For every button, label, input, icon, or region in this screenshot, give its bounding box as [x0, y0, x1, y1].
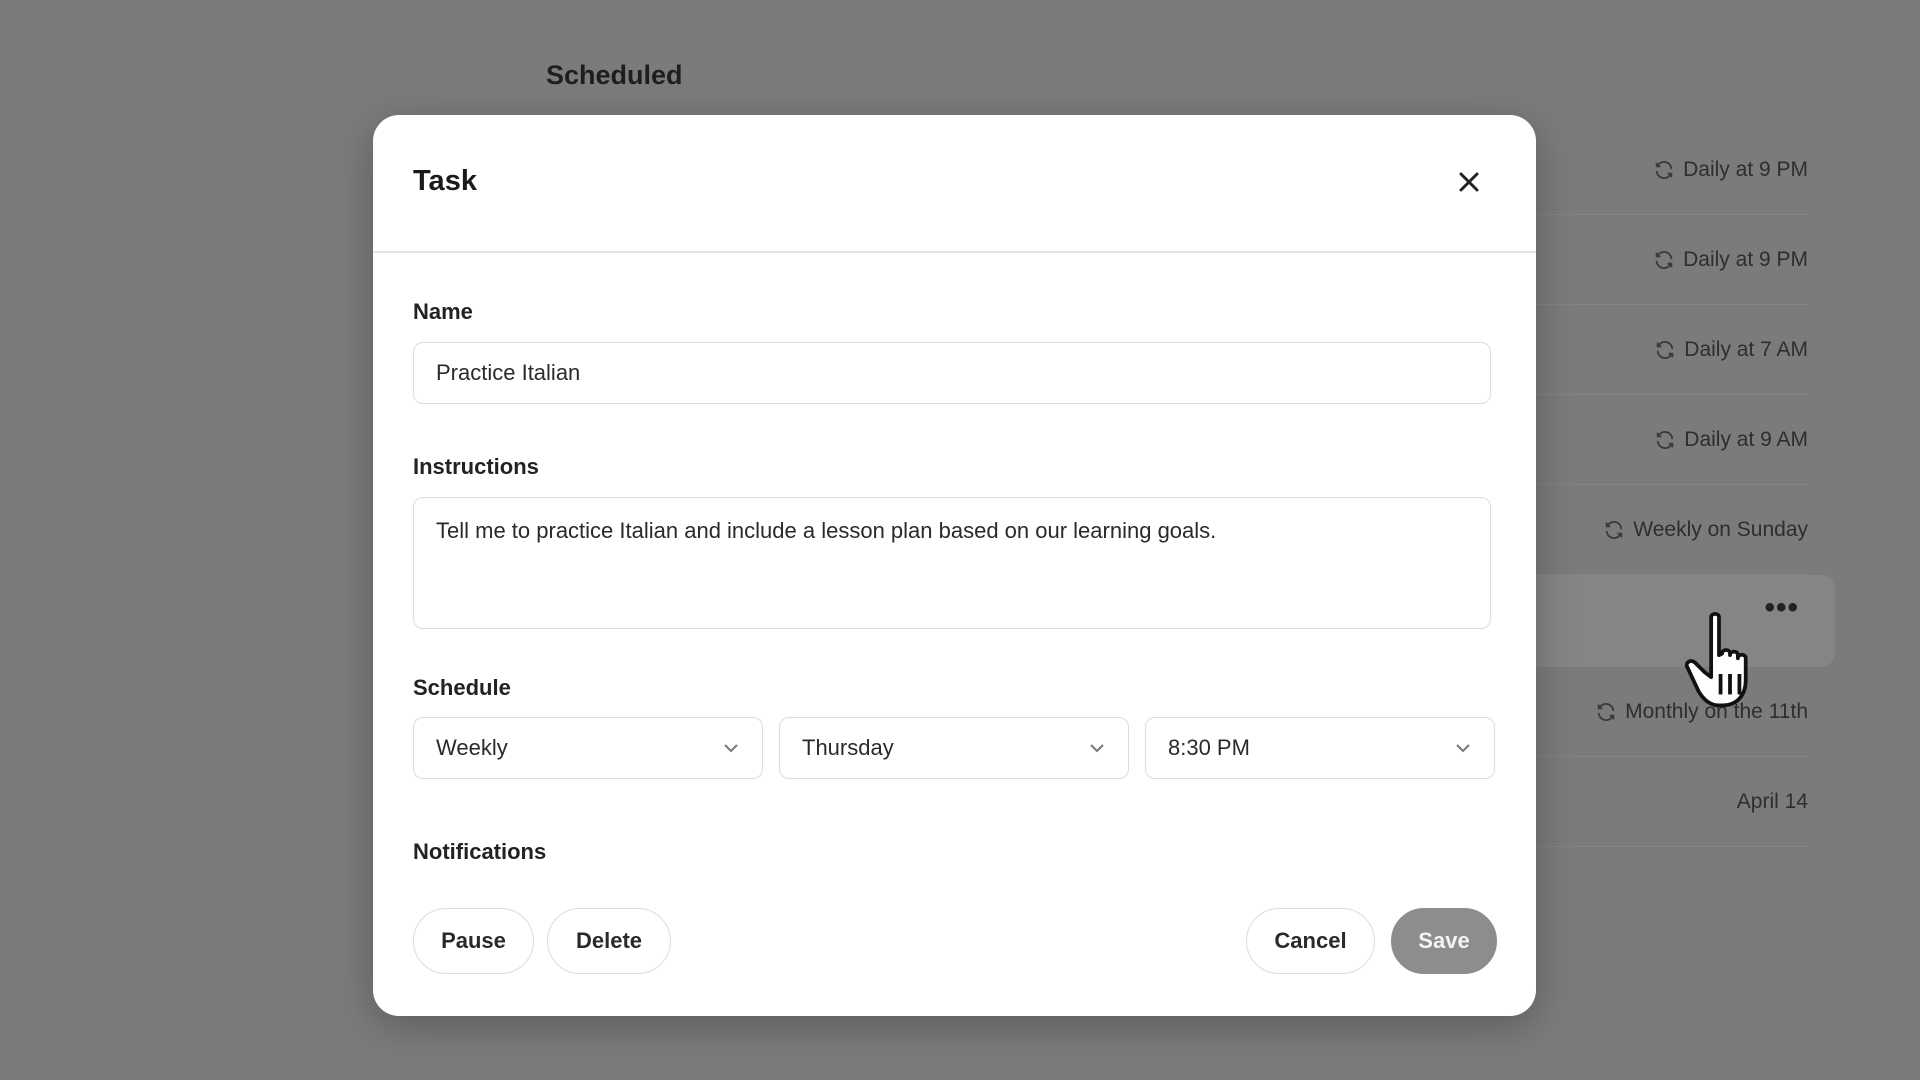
cycle-icon [1606, 520, 1623, 539]
dialog-title: Task [413, 165, 477, 197]
pause-button[interactable]: Pause [413, 908, 534, 974]
chevron-down-icon [724, 744, 738, 753]
cycle-icon [1655, 160, 1673, 179]
name-input[interactable]: Practice Italian [413, 342, 1491, 404]
close-button[interactable] [1452, 165, 1486, 199]
cycle-icon [1655, 250, 1673, 269]
cycle-icon [1657, 430, 1674, 449]
cycle-icon [1657, 340, 1674, 359]
notifications-label: Notifications [413, 839, 547, 864]
close-icon [1459, 172, 1479, 192]
frequency-select[interactable]: Weekly [413, 717, 763, 779]
day-select[interactable]: Thursday [779, 717, 1129, 779]
time-select[interactable]: 8:30 PM [1145, 717, 1495, 779]
name-label: Name [413, 299, 473, 324]
dialog-header: Task [373, 115, 1536, 253]
task-schedule-text: Daily at 7 AM [1684, 337, 1808, 361]
scheduled-heading: Scheduled [546, 60, 683, 90]
task-dialog: Task Name Practice Italian Instructions … [373, 115, 1536, 1016]
cycle-icon [1597, 702, 1615, 721]
task-schedule-text: Daily at 9 AM [1684, 427, 1808, 451]
cancel-button[interactable]: Cancel [1246, 908, 1375, 974]
task-schedule-text: Daily at 9 PM [1683, 247, 1808, 271]
chevron-down-icon [1456, 744, 1470, 753]
day-value: Thursday [802, 735, 894, 760]
instructions-textarea[interactable]: Tell me to practice Italian and include … [413, 497, 1491, 629]
time-value: 8:30 PM [1168, 735, 1250, 760]
task-schedule-text: Weekly on Sunday [1633, 517, 1808, 541]
schedule-label: Schedule [413, 675, 511, 700]
task-schedule-text: April 14 [1736, 789, 1808, 813]
task-schedule-text: Daily at 9 PM [1683, 157, 1808, 181]
save-button[interactable]: Save [1391, 908, 1497, 974]
chevron-down-icon [1090, 744, 1104, 753]
delete-button[interactable]: Delete [547, 908, 671, 974]
instructions-label: Instructions [413, 454, 539, 479]
frequency-value: Weekly [436, 735, 508, 760]
hand-cursor-icon [1684, 612, 1748, 708]
